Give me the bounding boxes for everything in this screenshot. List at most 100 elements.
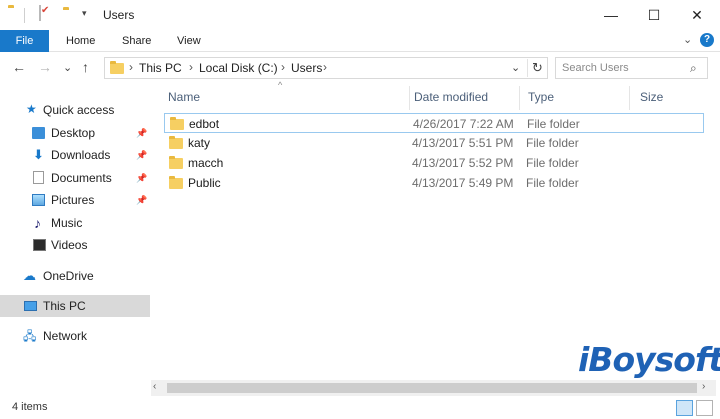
close-button[interactable]: ✕ bbox=[678, 4, 716, 26]
folder-icon bbox=[169, 156, 183, 169]
breadcrumb-separator[interactable]: › bbox=[189, 60, 193, 74]
onedrive-icon: ☁ bbox=[23, 268, 36, 283]
expand-ribbon-icon[interactable]: ⌄ bbox=[683, 33, 692, 46]
sidebar-item-music[interactable]: ♪ Music bbox=[0, 212, 150, 234]
star-icon: ★ bbox=[26, 102, 37, 116]
tab-home[interactable]: Home bbox=[66, 30, 95, 52]
sidebar-item-onedrive[interactable]: ☁ OneDrive bbox=[0, 265, 150, 287]
sidebar-item-pictures[interactable]: Pictures 📌 bbox=[0, 189, 150, 211]
ribbon-tabs: File Home Share View ⌄ ? bbox=[0, 30, 720, 52]
videos-icon bbox=[33, 239, 46, 251]
tab-view[interactable]: View bbox=[177, 30, 201, 52]
documents-icon bbox=[33, 171, 44, 184]
tab-file[interactable]: File bbox=[0, 30, 49, 52]
breadcrumb-separator[interactable]: › bbox=[281, 60, 285, 74]
pin-icon: 📌 bbox=[136, 150, 148, 160]
watermark-logo: iBoysoft bbox=[578, 340, 720, 379]
pictures-icon bbox=[32, 194, 45, 206]
sidebar-item-quick-access[interactable]: ★ Quick access bbox=[0, 99, 150, 121]
file-date: 4/13/2017 5:51 PM bbox=[412, 136, 514, 150]
tab-share[interactable]: Share bbox=[122, 30, 151, 52]
item-count: 4 items bbox=[12, 401, 48, 413]
music-icon: ♪ bbox=[34, 215, 41, 231]
folder-icon bbox=[169, 176, 183, 189]
properties-icon[interactable] bbox=[39, 5, 41, 21]
sidebar-item-label: Music bbox=[51, 216, 83, 230]
sidebar-item-label: Documents bbox=[51, 171, 112, 185]
sidebar-item-downloads[interactable]: ⬇ Downloads 📌 bbox=[0, 144, 150, 166]
this-pc-icon bbox=[24, 301, 37, 311]
file-date: 4/13/2017 5:49 PM bbox=[412, 176, 514, 190]
network-icon: 🖧 bbox=[23, 329, 37, 343]
address-bar[interactable]: › This PC › Local Disk (C:) › Users › ⌄ … bbox=[104, 57, 548, 79]
sidebar-item-label: Downloads bbox=[51, 148, 111, 162]
refresh-button[interactable]: ↻ bbox=[527, 59, 547, 77]
search-box[interactable]: ⌕ bbox=[555, 57, 708, 79]
file-type: File folder bbox=[526, 156, 579, 170]
folder-icon bbox=[170, 117, 184, 130]
file-date: 4/26/2017 7:22 AM bbox=[413, 117, 514, 131]
column-header-type[interactable]: Type bbox=[520, 86, 630, 110]
folder-icon bbox=[169, 136, 183, 149]
table-row[interactable]: Public 4/13/2017 5:49 PM File folder bbox=[164, 173, 704, 193]
file-type: File folder bbox=[527, 117, 580, 131]
column-header-size[interactable]: Size bbox=[632, 86, 712, 110]
breadcrumb-this-pc[interactable]: This PC bbox=[139, 61, 182, 75]
title-bar: ▾ Users — ☐ ✕ bbox=[0, 0, 720, 30]
minimize-button[interactable]: — bbox=[592, 4, 630, 26]
downloads-icon: ⬇ bbox=[33, 147, 44, 162]
breadcrumb-separator[interactable]: › bbox=[323, 60, 327, 74]
sidebar-item-label: Desktop bbox=[51, 126, 96, 140]
recent-locations-button[interactable]: ⌄ bbox=[63, 61, 72, 74]
address-folder-icon bbox=[110, 61, 124, 74]
file-date: 4/13/2017 5:52 PM bbox=[412, 156, 514, 170]
details-view-button[interactable] bbox=[676, 400, 693, 416]
sidebar-item-desktop[interactable]: Desktop 📌 bbox=[0, 122, 150, 144]
breadcrumb-local-disk[interactable]: Local Disk (C:) bbox=[199, 61, 278, 75]
sidebar-item-label: Videos bbox=[51, 238, 88, 252]
file-name: edbot bbox=[189, 117, 220, 131]
scroll-thumb[interactable] bbox=[167, 383, 697, 393]
maximize-button[interactable]: ☐ bbox=[635, 4, 673, 26]
sidebar-item-label: Pictures bbox=[51, 193, 95, 207]
address-dropdown[interactable]: ⌄ bbox=[511, 61, 520, 74]
quick-access-toolbar-dropdown[interactable]: ▾ bbox=[82, 8, 87, 19]
search-icon[interactable]: ⌕ bbox=[690, 61, 697, 76]
horizontal-scrollbar[interactable]: ‹ › bbox=[151, 380, 716, 396]
column-header-date-modified[interactable]: Date modified bbox=[406, 86, 520, 110]
file-type: File folder bbox=[526, 176, 579, 190]
pin-icon: 📌 bbox=[136, 173, 148, 183]
sidebar-item-videos[interactable]: Videos bbox=[0, 234, 150, 256]
title-separator bbox=[24, 8, 25, 23]
large-icons-view-button[interactable] bbox=[696, 400, 713, 416]
scroll-right-button[interactable]: › bbox=[702, 381, 705, 392]
file-name: macch bbox=[188, 156, 224, 170]
sidebar-item-label: OneDrive bbox=[43, 269, 94, 283]
sidebar-item-this-pc[interactable]: This PC bbox=[0, 295, 150, 317]
file-type: File folder bbox=[526, 136, 579, 150]
breadcrumb-users[interactable]: Users bbox=[291, 61, 322, 75]
file-name: katy bbox=[188, 136, 211, 150]
table-row[interactable]: katy 4/13/2017 5:51 PM File folder bbox=[164, 133, 704, 153]
pin-icon: 📌 bbox=[136, 195, 148, 205]
back-button[interactable]: ← bbox=[12, 59, 26, 75]
table-row[interactable]: macch 4/13/2017 5:52 PM File folder bbox=[164, 153, 704, 173]
search-input[interactable] bbox=[562, 60, 682, 76]
sidebar-item-documents[interactable]: Documents 📌 bbox=[0, 167, 150, 189]
sidebar-item-label: This PC bbox=[43, 299, 86, 313]
file-name: Public bbox=[188, 176, 221, 190]
sidebar-item-network[interactable]: 🖧 Network bbox=[0, 325, 150, 347]
forward-button[interactable]: → bbox=[38, 59, 52, 75]
file-list: ^ Name Date modified Type Size edbot 4/2… bbox=[158, 80, 714, 380]
column-header-name[interactable]: Name bbox=[160, 86, 410, 110]
table-row[interactable]: edbot 4/26/2017 7:22 AM File folder bbox=[164, 113, 704, 133]
window-title: Users bbox=[103, 8, 135, 22]
sidebar-item-label: Network bbox=[43, 329, 88, 343]
status-bar: 4 items bbox=[0, 398, 720, 419]
navigation-pane: ★ Quick access Desktop 📌 ⬇ Downloads 📌 D… bbox=[0, 86, 150, 396]
desktop-icon bbox=[32, 127, 45, 139]
up-button[interactable]: ↑ bbox=[82, 59, 89, 75]
breadcrumb-separator[interactable]: › bbox=[129, 60, 133, 74]
scroll-left-button[interactable]: ‹ bbox=[153, 381, 156, 392]
help-icon[interactable]: ? bbox=[700, 33, 714, 47]
